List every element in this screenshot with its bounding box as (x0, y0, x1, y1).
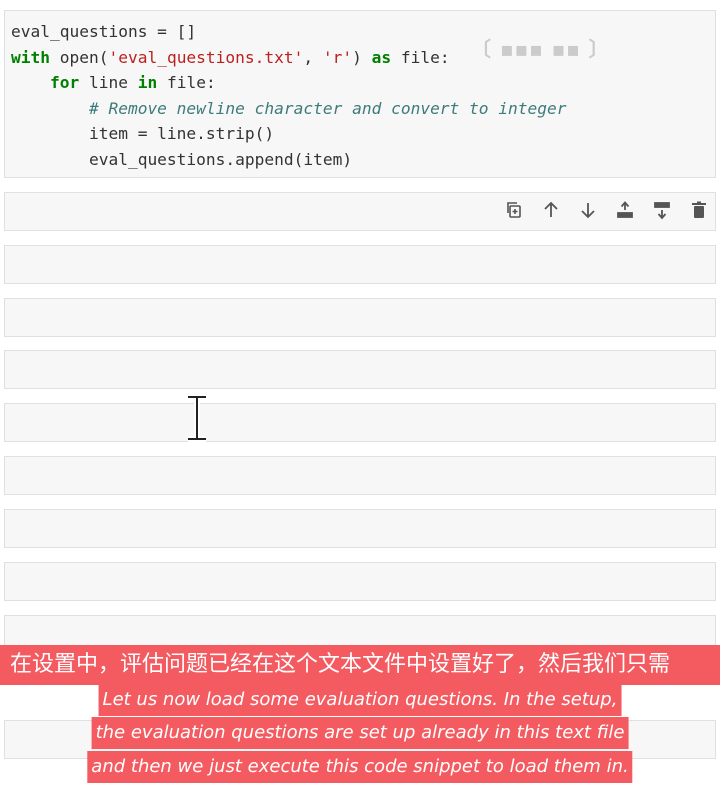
code-token: ) (352, 47, 372, 67)
code-token: file: (391, 47, 450, 67)
code-keyword: for (49, 73, 80, 92)
cell-toolbar (500, 196, 713, 224)
code-line: eval_questions = [] (11, 22, 197, 41)
code-token: open( (49, 47, 109, 67)
empty-code-cell[interactable] (4, 562, 716, 601)
insert-above-icon[interactable] (611, 196, 639, 224)
code-token: , (303, 47, 323, 67)
code-comment: # Remove newline character and convert t… (11, 98, 567, 118)
move-down-icon[interactable] (574, 196, 602, 224)
move-up-icon[interactable] (537, 196, 565, 224)
empty-code-cell[interactable] (4, 298, 716, 337)
code-string: 'eval_questions.txt' (108, 47, 304, 67)
text-cursor-icon (188, 394, 206, 442)
code-string: 'r' (322, 47, 353, 67)
empty-code-cell[interactable] (4, 245, 716, 284)
code-token: line (79, 73, 138, 92)
code-cell[interactable]: eval_questions = [] with open('eval_ques… (4, 10, 716, 178)
delete-icon[interactable] (685, 196, 713, 224)
subtitle-chinese: 在设置中，评估问题已经在这个文本文件中设置好了，然后我们只需 (0, 645, 720, 685)
code-keyword: in (137, 73, 158, 92)
insert-below-icon[interactable] (648, 196, 676, 224)
watermark-logo: 〔 ▪▪▪ ▪▪ 〕 (471, 37, 610, 61)
empty-code-cell[interactable] (4, 350, 716, 389)
subtitle-english-line: Let us now load some evaluation question… (98, 684, 622, 716)
empty-code-cell[interactable] (4, 403, 716, 442)
code-line: item = line.strip() (11, 124, 275, 143)
code-line: eval_questions.append(item) (11, 149, 353, 169)
subtitle-english-line: the evaluation questions are set up alre… (91, 717, 629, 749)
empty-code-cell[interactable] (4, 509, 716, 548)
subtitle-english-line: and then we just execute this code snipp… (87, 751, 633, 783)
empty-code-cell[interactable] (4, 456, 716, 495)
code-keyword: as (371, 47, 392, 67)
code-token: file: (157, 73, 216, 92)
code-keyword: with (11, 47, 50, 67)
duplicate-icon[interactable] (500, 196, 528, 224)
